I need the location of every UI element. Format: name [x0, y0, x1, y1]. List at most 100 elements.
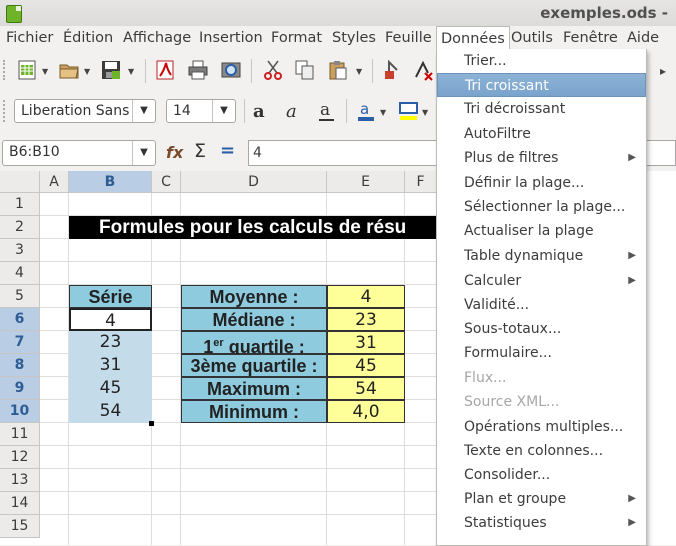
font-name-value[interactable]: Liberation Sans: [21, 103, 129, 119]
serie-cell-b7[interactable]: 23: [69, 331, 152, 354]
menu-item-formulaire[interactable]: Formulaire...: [437, 341, 646, 365]
sum-icon[interactable]: Σ: [194, 140, 206, 162]
row-header-6[interactable]: 6: [0, 308, 40, 331]
column-header-a[interactable]: A: [40, 171, 69, 193]
save-icon[interactable]: [100, 59, 122, 81]
menu-outils[interactable]: Outils: [507, 28, 557, 48]
menu-styles[interactable]: Styles: [328, 28, 380, 48]
toolbar-grip[interactable]: [3, 100, 8, 122]
menu-item-sous-totaux[interactable]: Sous-totaux...: [437, 317, 646, 341]
menu-item-selectionner-plage[interactable]: Sélectionner la plage...: [437, 195, 646, 219]
serie-cell-b8[interactable]: 31: [69, 354, 152, 377]
menu-aide[interactable]: Aide: [623, 28, 663, 48]
menu-item-tri-decroissant[interactable]: Tri décroissant: [437, 97, 646, 121]
row-header-2[interactable]: 2: [0, 216, 40, 239]
column-header-d[interactable]: D: [181, 171, 327, 193]
menu-item-consolider[interactable]: Consolider...: [437, 463, 646, 487]
menu-fichier[interactable]: Fichier: [2, 28, 57, 48]
menu-item-plan-et-groupe[interactable]: Plan et groupe ▶: [437, 487, 646, 511]
serie-cell-b10[interactable]: 54: [69, 400, 152, 423]
stat-value-minimum[interactable]: 4,0: [327, 400, 405, 423]
row-header-4[interactable]: 4: [0, 262, 40, 285]
highlight-color-icon[interactable]: [398, 100, 420, 122]
menu-affichage[interactable]: Affichage: [119, 28, 195, 48]
stat-label-maximum[interactable]: Maximum :: [181, 377, 327, 400]
stat-label-mediane[interactable]: Médiane :: [181, 308, 327, 331]
row-header-8[interactable]: 8: [0, 354, 40, 377]
font-size-combo[interactable]: 14 ▼: [166, 99, 236, 123]
formula-icon[interactable]: =: [220, 140, 235, 161]
menu-fenetre[interactable]: Fenêtre: [559, 28, 622, 48]
stat-value-mediane[interactable]: 23: [327, 308, 405, 331]
row-header-9[interactable]: 9: [0, 377, 40, 400]
menu-edition[interactable]: Édition: [59, 28, 117, 48]
formula-input-value[interactable]: 4: [253, 145, 262, 161]
row-header-5[interactable]: 5: [0, 285, 40, 308]
row-header-13[interactable]: 13: [0, 469, 40, 492]
function-wizard-icon[interactable]: fx: [166, 143, 183, 162]
row-header-14[interactable]: 14: [0, 492, 40, 515]
stat-value-q1[interactable]: 31: [327, 331, 405, 354]
menu-item-actualiser-plage[interactable]: Actualiser la plage: [437, 219, 646, 243]
row-header-3[interactable]: 3: [0, 239, 40, 262]
toolbar-overflow-icon[interactable]: ▸: [660, 64, 666, 78]
open-folder-icon[interactable]: [58, 59, 80, 81]
row-header-1[interactable]: 1: [0, 193, 40, 216]
stat-value-q3[interactable]: 45: [327, 354, 405, 377]
menu-item-table-dynamique[interactable]: Table dynamique ▶: [437, 244, 646, 268]
menu-item-trier[interactable]: Trier...: [437, 49, 646, 73]
serie-header-cell[interactable]: Série: [69, 285, 152, 308]
chevron-down-icon[interactable]: ▼: [212, 100, 235, 122]
menu-format[interactable]: Format: [267, 28, 326, 48]
row-header-10[interactable]: 10: [0, 400, 40, 423]
stat-value-moyenne[interactable]: 4: [327, 285, 405, 308]
menu-item-operations-multiples[interactable]: Opérations multiples...: [437, 415, 646, 439]
menu-item-definir-plage[interactable]: Définir la plage...: [437, 171, 646, 195]
menu-feuille[interactable]: Feuille: [381, 28, 436, 48]
chevron-down-icon[interactable]: ▼: [132, 100, 155, 122]
font-size-value[interactable]: 14: [173, 103, 191, 119]
name-box-value[interactable]: B6:B10: [9, 144, 60, 160]
cut-icon[interactable]: [262, 59, 284, 81]
column-header-e[interactable]: E: [327, 171, 405, 193]
stat-label-q1[interactable]: 1er quartile :: [181, 331, 327, 357]
clear-formatting-icon[interactable]: [412, 59, 434, 81]
column-header-c[interactable]: C: [152, 171, 181, 193]
print-icon[interactable]: [187, 59, 209, 81]
fill-handle[interactable]: [149, 421, 154, 426]
chevron-down-icon[interactable]: ▼: [132, 141, 155, 165]
new-spreadsheet-icon[interactable]: [16, 59, 38, 81]
print-preview-icon[interactable]: [220, 59, 242, 81]
stat-label-moyenne[interactable]: Moyenne :: [181, 285, 327, 308]
serie-cell-b6[interactable]: 4: [69, 308, 152, 331]
clone-formatting-icon[interactable]: [382, 59, 404, 81]
row-header-12[interactable]: 12: [0, 446, 40, 469]
row-header-11[interactable]: 11: [0, 423, 40, 446]
column-header-f[interactable]: F: [405, 171, 437, 193]
menu-item-texte-en-colonnes[interactable]: Texte en colonnes...: [437, 439, 646, 463]
toolbar-grip[interactable]: [3, 60, 8, 80]
paste-dropdown-icon[interactable]: ▼: [356, 67, 362, 76]
paste-icon[interactable]: [327, 59, 349, 81]
row-header-7[interactable]: 7: [0, 331, 40, 354]
row-header-15[interactable]: 15: [0, 515, 40, 538]
italic-icon[interactable]: a: [283, 100, 305, 122]
bold-icon[interactable]: a: [250, 100, 272, 122]
stat-label-q3[interactable]: 3ème quartile :: [181, 354, 327, 377]
export-pdf-icon[interactable]: [154, 59, 176, 81]
corner-select-all[interactable]: [0, 171, 40, 193]
font-color-icon[interactable]: a: [356, 100, 378, 122]
name-box[interactable]: B6:B10 ▼: [2, 140, 156, 166]
save-dropdown-icon[interactable]: ▼: [128, 67, 134, 76]
menu-item-autofiltre[interactable]: AutoFiltre: [437, 122, 646, 146]
underline-icon[interactable]: a: [316, 100, 338, 122]
menu-item-validite[interactable]: Validité...: [437, 293, 646, 317]
menu-insertion[interactable]: Insertion: [195, 28, 267, 48]
new-dropdown-icon[interactable]: ▼: [42, 67, 48, 76]
open-dropdown-icon[interactable]: ▼: [84, 67, 90, 76]
serie-cell-b9[interactable]: 45: [69, 377, 152, 400]
highlight-dropdown-icon[interactable]: ▼: [422, 108, 428, 117]
font-color-dropdown-icon[interactable]: ▼: [380, 108, 386, 117]
menu-item-tri-croissant[interactable]: Tri croissant: [437, 73, 646, 97]
stat-value-maximum[interactable]: 54: [327, 377, 405, 400]
